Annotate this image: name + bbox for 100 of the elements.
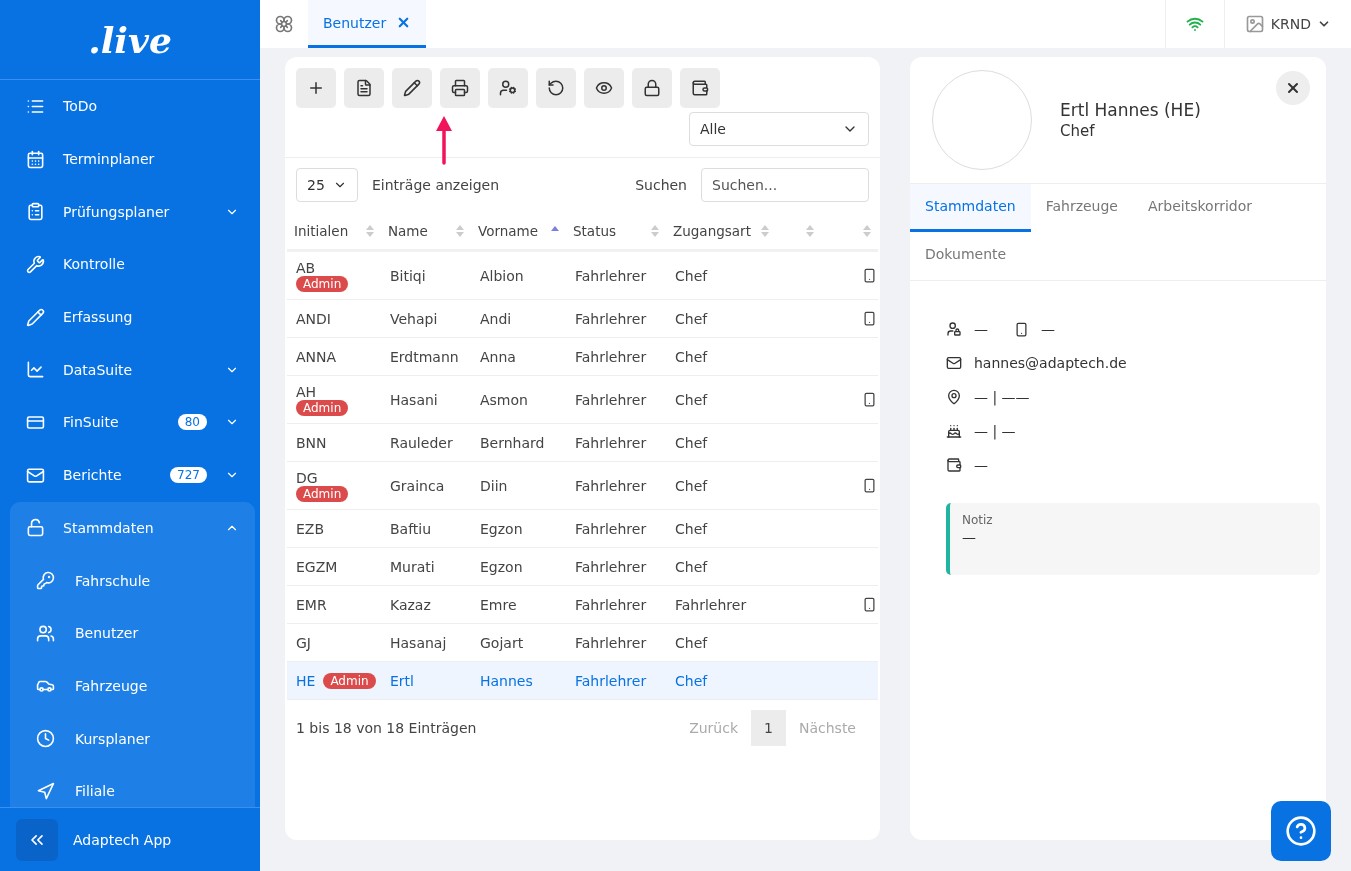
note-label: Notiz (962, 513, 994, 527)
admin-tag: Admin (296, 485, 349, 502)
toolbar-button[interactable] (488, 68, 528, 108)
sidebar-item[interactable]: Kontrolle (10, 238, 255, 291)
count-badge: 80 (177, 414, 207, 431)
sidebar-item[interactable]: ToDo (10, 80, 255, 133)
close-button[interactable] (1276, 71, 1310, 105)
toolbar-button[interactable] (440, 68, 480, 108)
length-label: Einträge anzeigen (372, 177, 500, 193)
initials-text: EMR (296, 596, 327, 613)
menu-icon (36, 729, 55, 749)
sidebar-item[interactable]: Fahrzeuge (10, 659, 255, 713)
initials-text: BNN (296, 434, 327, 451)
toolbar-button[interactable] (536, 68, 576, 108)
menu-icon (26, 254, 45, 274)
document-icon (355, 79, 373, 97)
search-label: Suchen (635, 177, 687, 193)
sidebar-item[interactable]: DataSuite (10, 343, 255, 397)
sort-up-icon[interactable] (550, 225, 560, 232)
help-button[interactable] (1271, 801, 1331, 861)
tab[interactable]: Stammdaten (910, 184, 1031, 232)
wallet-icon (691, 79, 709, 97)
annotation-arrow (434, 115, 454, 165)
field-value: — (974, 321, 988, 337)
user-menu[interactable]: KRND (1223, 0, 1351, 48)
page-button[interactable]: 1 (751, 710, 786, 746)
lock-icon (643, 79, 661, 97)
close-icon (1285, 80, 1301, 96)
collapse-button[interactable] (16, 818, 58, 861)
admin-tag: Admin (296, 275, 349, 292)
table-info: 1 bis 18 von 18 Einträgen (296, 720, 477, 736)
sidebar-item[interactable]: Filiale (10, 764, 255, 807)
tab[interactable]: Arbeitskorridor (1133, 184, 1268, 232)
menu-icon (36, 781, 55, 801)
table-cell: Fahrlehrer (566, 662, 666, 700)
sidebar-item[interactable]: Terminplaner (10, 132, 255, 186)
sidebar-item[interactable]: Stammdaten (10, 501, 255, 555)
menu-icon (26, 307, 45, 327)
pencil-icon (403, 79, 421, 97)
field-value: — (1041, 321, 1055, 337)
admin-tag: Admin (296, 399, 349, 416)
tab[interactable]: Benutzer (308, 0, 427, 48)
menu-icon (26, 465, 45, 485)
print-icon (451, 79, 469, 97)
initials-text: DG (296, 469, 318, 486)
filter-select[interactable]: Alle (689, 112, 869, 146)
table-cell: Hannes (471, 662, 566, 700)
field-value: — | —— (974, 389, 1030, 405)
menu-icon (26, 360, 45, 380)
count-badge: 727 (170, 467, 207, 484)
sidebar-item[interactable]: Kursplaner (10, 712, 255, 765)
sidebar-item[interactable]: Fahrschule (10, 554, 255, 607)
initials-text: AB (296, 259, 316, 276)
user-role: Chef (1060, 122, 1096, 140)
tab[interactable]: Dokumente (910, 232, 1022, 280)
table-cell: Ertl (381, 662, 471, 700)
toolbar-button[interactable] (296, 68, 336, 108)
app-name: Adaptech App (73, 831, 172, 848)
user-lock-icon (946, 321, 962, 337)
initials-text: ANNA (296, 348, 337, 365)
menu-icon (26, 202, 45, 222)
toolbar-button[interactable] (584, 68, 624, 108)
initials-text: GJ (296, 634, 311, 651)
initials-text: ANDI (296, 310, 331, 327)
sidebar-item[interactable]: Benutzer (10, 606, 255, 660)
note-value: — (962, 529, 977, 545)
sidebar-item[interactable]: FinSuite 80 (10, 396, 255, 449)
menu-icon (36, 571, 55, 591)
page-length-select[interactable]: 25 (296, 168, 358, 202)
rotate-icon (547, 79, 565, 97)
initials-text: EZB (296, 520, 325, 537)
user-name: Ertl Hannes (HE) (1060, 100, 1201, 120)
menu-icon (26, 149, 45, 169)
menu-icon (26, 518, 45, 538)
toolbar-button[interactable] (680, 68, 720, 108)
sidebar-item[interactable]: Prüfungsplaner (10, 185, 255, 239)
sidebar-item[interactable]: Berichte 727 (10, 448, 255, 502)
image-icon (1244, 14, 1265, 34)
field-value: hannes@adaptech.de (974, 355, 1127, 371)
field-value: — | — (974, 423, 1016, 439)
initials-text: EGZM (296, 558, 338, 575)
search-field[interactable]: Suchen... (701, 168, 869, 202)
initials-text: HE (296, 672, 316, 689)
pin-icon (946, 389, 962, 405)
help-icon (1285, 815, 1317, 847)
flower-icon[interactable] (274, 14, 294, 34)
toolbar-button[interactable] (392, 68, 432, 108)
admin-tag: Admin (323, 672, 376, 689)
sidebar-item[interactable]: Erfassung (10, 290, 255, 344)
tab[interactable]: Fahrzeuge (1030, 184, 1133, 232)
toolbar-button[interactable] (632, 68, 672, 108)
field-value: — (974, 457, 988, 473)
eye-icon (595, 79, 613, 97)
plus-icon (307, 79, 325, 97)
user-gear-icon (499, 79, 517, 97)
phone-icon (1014, 321, 1029, 337)
wallet-icon (946, 457, 962, 473)
menu-icon (36, 623, 55, 643)
cake-icon (946, 423, 962, 439)
toolbar-button[interactable] (344, 68, 384, 108)
